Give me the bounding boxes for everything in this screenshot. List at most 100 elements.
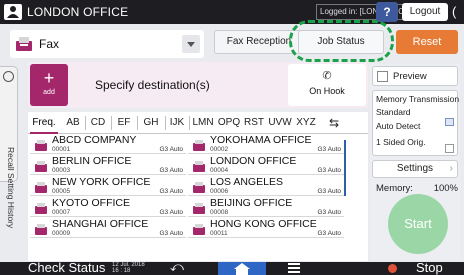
add-destination-button[interactable]: + add [30, 64, 68, 106]
bottom-bar: Check Status 12 Jul. 2018 16 : 18 ⤺ Stop [0, 262, 464, 275]
fax-destination-icon [192, 222, 206, 240]
destination-number: 00001 [52, 146, 71, 153]
destination-list: ABCD COMPANY 00001 G3 Auto YOKOHAMA OFFI… [28, 134, 368, 261]
back-icon[interactable]: ⤺ [170, 262, 184, 275]
tab-gh[interactable]: GH [138, 112, 164, 134]
destination-number: 00006 [210, 188, 229, 195]
extra-control[interactable]: ( [452, 4, 456, 19]
destination-number: 00003 [52, 167, 71, 174]
destination-item[interactable]: LONDON OFFICE 00004 G3 Auto [188, 155, 344, 175]
function-selector[interactable]: Fax [10, 30, 204, 58]
tab-ef[interactable]: EF [112, 112, 136, 134]
tab-lmn[interactable]: LMN [190, 112, 216, 134]
tab-freq[interactable]: Freq. [30, 112, 58, 134]
resolution-icon [445, 118, 454, 126]
destination-mode: G3 Auto [317, 146, 342, 153]
plus-icon: + [43, 68, 55, 88]
destination-name: ABCD COMPANY [52, 134, 137, 146]
destination-item[interactable]: ABCD COMPANY 00001 G3 Auto [30, 134, 186, 154]
resolution-label: Standard [376, 107, 411, 117]
destination-name: SHANGHAI OFFICE [52, 218, 149, 230]
preview-toggle[interactable]: Preview [372, 66, 458, 86]
destination-name: LOS ANGELES [210, 176, 283, 188]
destination-item[interactable]: LOS ANGELES 00006 G3 Auto [188, 176, 344, 196]
help-button[interactable]: ? [376, 2, 398, 22]
destination-item[interactable]: BERLIN OFFICE 00003 G3 Auto [30, 155, 186, 175]
home-icon [234, 263, 250, 275]
fax-destination-icon [192, 201, 206, 219]
destination-name: BERLIN OFFICE [52, 155, 132, 167]
destination-item[interactable]: HONG KONG OFFICE 00011 G3 Auto [188, 218, 344, 238]
specify-destination-label: Specify destination(s) [95, 78, 210, 92]
home-button[interactable] [218, 262, 266, 275]
chevron-right-icon: › [449, 163, 453, 174]
tab-ijk[interactable]: IJK [166, 112, 188, 134]
tab-rst[interactable]: RST [242, 112, 266, 134]
destination-item[interactable]: SHANGHAI OFFICE 00009 G3 Auto [30, 218, 186, 238]
original-icon [445, 144, 454, 153]
destination-number: 00002 [210, 146, 229, 153]
fax-destination-icon [34, 222, 48, 240]
tab-uvw[interactable]: UVW [267, 112, 293, 134]
on-hook-button[interactable]: ✆ On Hook [288, 64, 366, 106]
memory-transmission-label: Memory Transmission [376, 94, 460, 104]
destination-name: NEW YORK OFFICE [52, 176, 151, 188]
check-status-button[interactable]: Check Status [28, 262, 105, 275]
user-icon [4, 4, 22, 20]
recall-setting-history-tab[interactable]: Recall Setting History [0, 66, 18, 228]
density-label: Auto Detect [376, 121, 421, 131]
fax-destination-icon [192, 138, 206, 156]
destination-mode: G3 Auto [159, 230, 184, 237]
destination-item[interactable]: YOKOHAMA OFFICE 00002 G3 Auto [188, 134, 344, 154]
destination-number: 00004 [210, 167, 229, 174]
destination-mode: G3 Auto [159, 188, 184, 195]
destination-item[interactable]: NEW YORK OFFICE 00005 G3 Auto [30, 176, 186, 196]
on-hook-label: On Hook [309, 86, 345, 96]
memory-indicator: Memory: 100% [376, 183, 458, 194]
top-bar: LONDON OFFICE Logged in: [LONDON OFFICE]… [0, 0, 464, 24]
settings-label: Settings [396, 163, 434, 174]
destination-name: HONG KONG OFFICE [210, 218, 317, 230]
date-time: 12 Jul. 2018 16 : 18 [112, 262, 145, 274]
fax-destination-icon [34, 159, 48, 177]
tab-ab[interactable]: AB [62, 112, 84, 134]
tab-xyz[interactable]: XYZ [294, 112, 318, 134]
fax-icon [14, 37, 34, 56]
chevron-down-icon[interactable] [182, 35, 200, 53]
phone-icon: ✆ [322, 70, 332, 82]
reset-button[interactable]: Reset [396, 30, 458, 54]
highlight-ring [289, 20, 394, 62]
transmission-settings-summary[interactable]: Memory Transmission Standard Auto Detect… [372, 90, 460, 156]
memory-label: Memory: [376, 183, 413, 194]
stop-icon [388, 264, 397, 273]
destination-item[interactable]: BEIJING OFFICE 00008 G3 Auto [188, 197, 344, 217]
destination-number: 00011 [210, 230, 228, 237]
tab-opq[interactable]: OPQ [217, 112, 241, 134]
destination-mode: G3 Auto [159, 209, 184, 216]
stop-button[interactable]: Stop [416, 262, 443, 275]
scrollbar[interactable] [344, 140, 346, 196]
start-button[interactable]: Start [388, 194, 448, 254]
logout-button[interactable]: Logout [402, 3, 448, 21]
destination-mode: G3 Auto [317, 209, 342, 216]
destination-item[interactable]: KYOTO OFFICE 00007 G3 Auto [30, 197, 186, 217]
destination-mode: G3 Auto [317, 230, 342, 237]
destination-number: 00008 [210, 209, 229, 216]
destination-mode: G3 Auto [159, 146, 184, 153]
switch-view-icon[interactable]: ⇆ [324, 112, 344, 134]
function-label: Fax [39, 37, 60, 51]
destination-name: KYOTO OFFICE [52, 197, 130, 209]
fax-destination-icon [192, 180, 206, 198]
fax-destination-icon [34, 180, 48, 198]
tab-cd[interactable]: CD [86, 112, 110, 134]
destination-mode: G3 Auto [159, 167, 184, 174]
history-icon [3, 71, 14, 82]
fax-destination-icon [192, 159, 206, 177]
add-label: add [43, 89, 55, 96]
fax-destination-icon [34, 201, 48, 219]
address-book-tabs: Freq. AB CD EF GH IJK LMN OPQ RST UVW XY… [28, 112, 368, 134]
menu-icon[interactable] [288, 263, 300, 273]
settings-button[interactable]: Settings › [372, 160, 458, 178]
destination-mode: G3 Auto [317, 167, 342, 174]
destination-number: 00007 [52, 209, 71, 216]
